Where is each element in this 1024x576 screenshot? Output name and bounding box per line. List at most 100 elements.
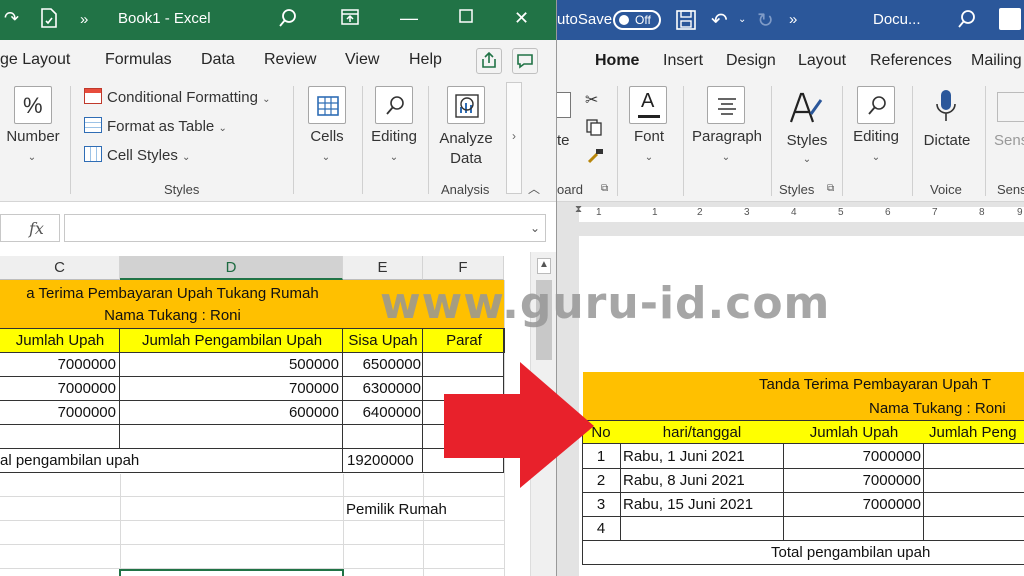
table-cell[interactable]: 4 [583,517,619,540]
styles-icon[interactable] [787,88,825,133]
minimize-icon[interactable]: — [400,8,418,29]
tab-view[interactable]: View [345,51,379,69]
owner-label[interactable]: Pemilik Rumah [346,498,506,522]
tab-insert[interactable]: Insert [663,52,703,70]
tab-layout[interactable]: Layout [798,52,846,70]
fx-icon[interactable]: fx [0,214,60,242]
table-cell[interactable]: 7000000 [0,353,116,377]
indent-marker-icon[interactable]: ⧗ [575,204,582,215]
more-commands-icon[interactable]: » [789,11,797,28]
tab-page-layout[interactable]: ge Layout [0,51,70,69]
paragraph-label[interactable]: Paragraph [687,128,767,145]
header-jumlah-upah[interactable]: Jumlah Upah [785,421,923,444]
cells-button[interactable] [308,86,346,124]
analyze-label[interactable]: Analyze [434,130,498,147]
copy-icon[interactable] [585,118,603,141]
tab-formulas[interactable]: Formulas [105,51,172,69]
tab-design[interactable]: Design [726,52,776,70]
header-sisa-upah[interactable]: Sisa Upah [344,329,422,353]
format-as-table-button[interactable]: Format as Table ⌄ [84,117,227,135]
tab-mailings[interactable]: Mailing [971,52,1022,70]
editing-button[interactable] [857,86,895,124]
sheet-title[interactable]: a Terima Pembayaran Upah Tukang Rumah [0,282,345,306]
sensitivity-icon[interactable] [997,92,1024,122]
table-cell[interactable]: 700000 [120,377,339,401]
cells-label[interactable]: Cells [300,128,354,145]
chevron-down-icon[interactable]: ⌄ [801,154,813,165]
font-button[interactable]: A [629,86,667,124]
dialog-launcher-icon[interactable]: ⧉ [601,183,608,194]
maximize-icon[interactable] [458,8,474,29]
microphone-icon[interactable] [933,88,959,133]
table-cell[interactable]: 7000000 [785,493,921,516]
share-icon[interactable] [476,48,502,74]
conditional-formatting-button[interactable]: Conditional Formatting ⌄ [84,88,270,106]
table-cell[interactable]: 6500000 [343,353,421,377]
account-icon[interactable] [999,8,1021,30]
comments-icon[interactable] [512,48,538,74]
table-cell[interactable]: 7000000 [0,377,116,401]
dictate-label[interactable]: Dictate [917,132,977,149]
table-cell[interactable]: 500000 [120,353,339,377]
header-hari-tanggal[interactable]: hari/tanggal [621,421,783,444]
paste-icon[interactable] [557,92,571,118]
table-cell[interactable]: Rabu, 15 Juni 2021 [623,493,783,516]
tab-references[interactable]: References [870,52,952,70]
table-cell[interactable]: 7000000 [785,469,921,492]
table-cell[interactable]: 6300000 [343,377,421,401]
table-cell[interactable]: 7000000 [0,401,116,425]
scroll-up-icon[interactable]: ▲ [537,258,551,274]
cut-icon[interactable]: ✂ [585,90,598,110]
total-label[interactable]: al pengambilan upah [0,449,340,473]
table-cell[interactable]: 6400000 [343,401,421,425]
editing-label[interactable]: Editing [366,128,422,145]
doc-subtitle[interactable]: Nama Tukang : Roni [869,397,1006,420]
file-save-icon[interactable] [40,8,58,33]
autosave-toggle[interactable]: Off [613,10,661,30]
dialog-launcher-icon[interactable]: ⧉ [827,183,834,194]
collapse-ribbon-icon[interactable]: ︿ [528,180,540,197]
chevron-down-icon[interactable]: ⌄ [26,152,38,163]
ribbon-scroll-right-icon[interactable]: › [506,82,522,194]
redo-icon[interactable]: ↻ [757,8,774,33]
column-header-f[interactable]: F [423,256,504,280]
paragraph-button[interactable] [707,86,745,124]
tab-home[interactable]: Home [595,52,639,70]
paste-label[interactable]: te [557,132,570,149]
close-icon[interactable]: ✕ [514,8,529,29]
table-cell[interactable]: Rabu, 8 Juni 2021 [623,469,783,492]
expand-formula-icon[interactable]: ⌄ [530,221,540,235]
header-jumlah-upah[interactable]: Jumlah Upah [2,329,118,353]
redo-icon[interactable]: ↷ [4,8,19,29]
chevron-down-icon[interactable]: ⌄ [738,14,746,25]
ribbon-display-icon[interactable] [340,8,360,31]
sheet-subtitle[interactable]: Nama Tukang : Roni [0,304,345,328]
undo-icon[interactable]: ↶ [711,8,728,33]
doc-title[interactable]: Tanda Terima Pembayaran Upah T [759,373,991,396]
formula-input[interactable] [64,214,546,242]
table-cell[interactable]: 3 [583,493,619,516]
chevron-down-icon[interactable]: ⌄ [388,152,400,163]
chevron-down-icon[interactable]: ⌄ [720,152,732,163]
table-cell[interactable]: 7000000 [785,445,921,468]
header-paraf[interactable]: Paraf [424,329,504,353]
header-jumlah-pengambilan[interactable]: Jumlah Pengambilan Upah [122,329,342,353]
editing-label[interactable]: Editing [847,128,905,145]
font-label[interactable]: Font [623,128,675,145]
sensitivity-label[interactable]: Sens [994,132,1024,149]
search-icon[interactable] [957,9,977,34]
number-format-button[interactable]: % [14,86,52,124]
horizontal-ruler[interactable]: ⧗ 1 1 2 3 4 5 6 7 8 9 [575,204,1024,222]
column-header-c[interactable]: C [0,256,120,280]
format-painter-icon[interactable] [585,146,605,171]
column-header-e[interactable]: E [343,256,423,280]
header-jumlah-pengambilan[interactable]: Jumlah Peng [929,421,1024,444]
styles-label[interactable]: Styles [779,132,835,149]
number-label[interactable]: Number [0,128,66,145]
active-cell[interactable] [119,569,344,576]
data-label[interactable]: Data [434,150,498,167]
chevron-down-icon[interactable]: ⌄ [320,152,332,163]
more-commands-icon[interactable]: » [80,11,88,28]
save-icon[interactable] [675,9,697,36]
chevron-down-icon[interactable]: ⌄ [643,152,655,163]
